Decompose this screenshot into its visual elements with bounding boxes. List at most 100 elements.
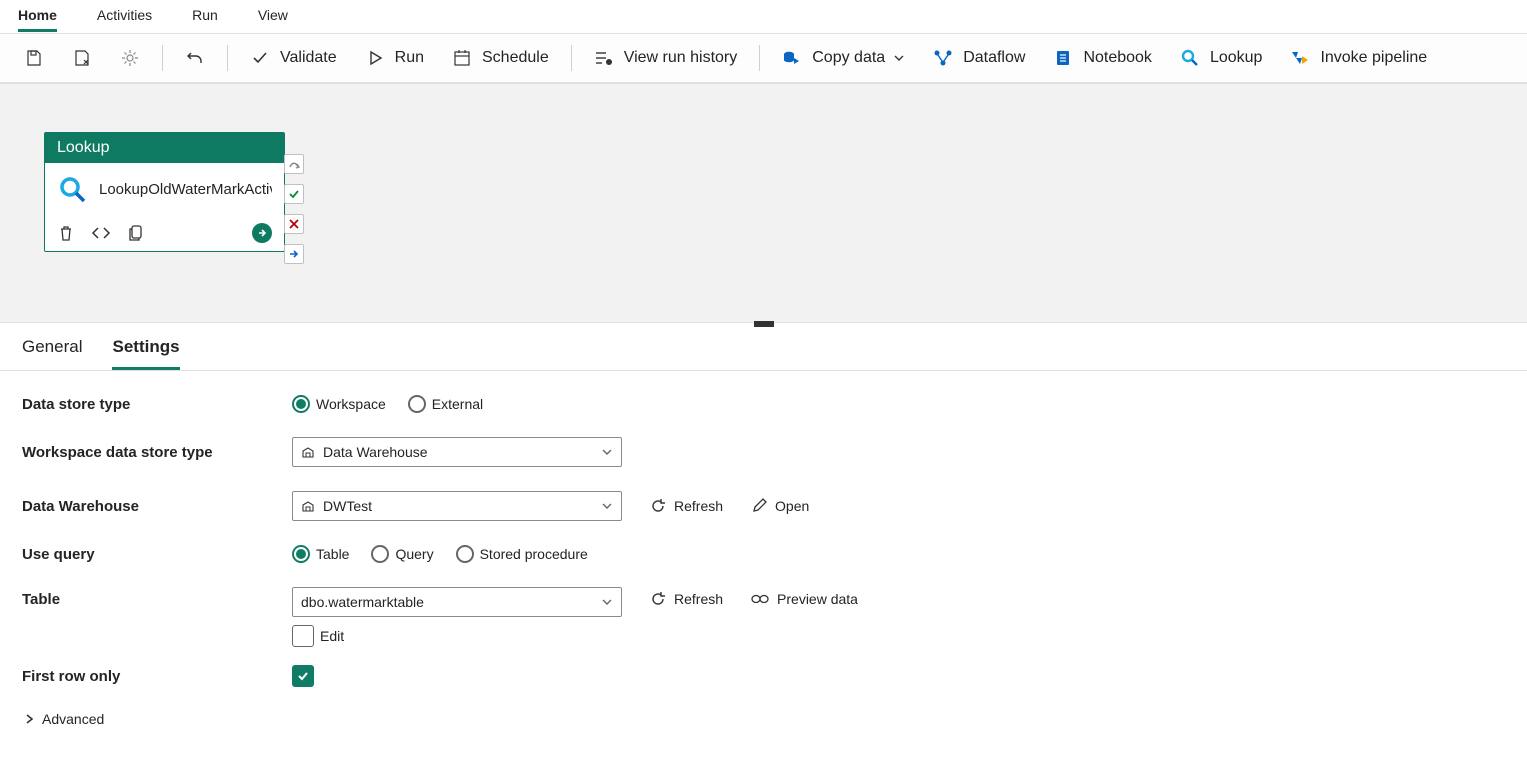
connector-success[interactable] [284, 184, 304, 204]
advanced-toggle[interactable]: Advanced [22, 711, 1505, 727]
preview-label: Preview data [777, 591, 858, 607]
copy-data-icon [782, 48, 802, 68]
validate-label: Validate [280, 49, 337, 67]
refresh-label: Refresh [674, 591, 723, 607]
chevron-down-icon [601, 500, 613, 512]
connector-completion[interactable] [284, 244, 304, 264]
top-ribbon-tabs: Home Activities Run View [0, 0, 1527, 34]
gear-icon [120, 48, 140, 68]
tab-view[interactable]: View [258, 1, 288, 32]
edit-icon [751, 498, 767, 514]
tab-home[interactable]: Home [18, 1, 57, 32]
connector-skip[interactable] [284, 154, 304, 174]
label-first-row-only: First row only [22, 668, 292, 685]
check-icon [250, 48, 270, 68]
pipeline-canvas[interactable]: Lookup LookupOldWaterMarkActivity [0, 84, 1527, 322]
schedule-button[interactable]: Schedule [440, 42, 561, 74]
dataflow-button[interactable]: Dataflow [921, 42, 1037, 74]
code-icon[interactable] [91, 224, 111, 242]
activity-type-header: Lookup [45, 133, 284, 163]
copy-icon[interactable] [127, 224, 145, 242]
refresh-table-button[interactable]: Refresh [650, 591, 723, 607]
save-as-button[interactable] [60, 42, 104, 74]
radio-icon [408, 395, 426, 413]
settings-button[interactable] [108, 42, 152, 74]
warehouse-icon [301, 445, 315, 459]
open-label: Open [775, 498, 809, 514]
delete-icon[interactable] [57, 224, 75, 242]
radio-icon [292, 395, 310, 413]
radio-label: Stored procedure [480, 546, 588, 562]
toolbar: Validate Run Schedule View run history C… [0, 34, 1527, 84]
activity-lookup-card[interactable]: Lookup LookupOldWaterMarkActivity [44, 132, 285, 252]
proceed-icon[interactable] [252, 223, 272, 243]
panel-tabs: General Settings [0, 323, 1527, 371]
invoke-pipeline-button[interactable]: Invoke pipeline [1278, 42, 1439, 74]
notebook-icon [1053, 48, 1073, 68]
invoke-pipeline-icon [1290, 48, 1310, 68]
save-button[interactable] [12, 42, 56, 74]
lookup-icon [57, 174, 89, 206]
select-value: DWTest [323, 498, 601, 514]
label-data-store-type: Data store type [22, 396, 292, 413]
radio-label: External [432, 396, 483, 412]
radio-query[interactable]: Query [371, 545, 433, 563]
dataflow-icon [933, 48, 953, 68]
separator [227, 45, 228, 71]
open-warehouse-button[interactable]: Open [751, 498, 809, 514]
lookup-label: Lookup [1210, 49, 1263, 67]
lookup-button[interactable]: Lookup [1168, 42, 1275, 74]
label-use-query: Use query [22, 546, 292, 563]
checkbox-edit[interactable] [292, 625, 314, 647]
preview-icon [751, 592, 769, 606]
chevron-down-icon [601, 596, 613, 608]
activity-connectors [284, 154, 304, 264]
radio-group-use-query: Table Query Stored procedure [292, 545, 588, 563]
activity-body: LookupOldWaterMarkActivity [45, 163, 284, 217]
activity-footer [45, 217, 284, 251]
panel-collapse-handle[interactable] [754, 321, 774, 327]
radio-icon [456, 545, 474, 563]
view-run-history-button[interactable]: View run history [582, 42, 750, 74]
notebook-label: Notebook [1083, 49, 1152, 67]
advanced-label: Advanced [42, 711, 104, 727]
preview-data-button[interactable]: Preview data [751, 591, 858, 607]
radio-table[interactable]: Table [292, 545, 349, 563]
radio-workspace[interactable]: Workspace [292, 395, 386, 413]
chevron-down-icon [893, 52, 905, 64]
calendar-icon [452, 48, 472, 68]
view-run-history-label: View run history [624, 49, 738, 67]
connector-fail[interactable] [284, 214, 304, 234]
undo-icon [185, 48, 205, 68]
copy-data-button[interactable]: Copy data [770, 42, 917, 74]
run-button[interactable]: Run [353, 42, 436, 74]
tab-activities[interactable]: Activities [97, 1, 152, 32]
panel-tab-general[interactable]: General [22, 337, 82, 370]
edit-label: Edit [320, 628, 344, 644]
save-as-icon [72, 48, 92, 68]
radio-external[interactable]: External [408, 395, 483, 413]
chevron-down-icon [601, 446, 613, 458]
radio-label: Query [395, 546, 433, 562]
play-icon [365, 48, 385, 68]
select-value: Data Warehouse [323, 444, 601, 460]
run-label: Run [395, 49, 424, 67]
radio-label: Workspace [316, 396, 386, 412]
invoke-pipeline-label: Invoke pipeline [1320, 49, 1427, 67]
tab-run[interactable]: Run [192, 1, 218, 32]
notebook-button[interactable]: Notebook [1041, 42, 1164, 74]
dataflow-label: Dataflow [963, 49, 1025, 67]
label-data-warehouse: Data Warehouse [22, 498, 292, 515]
label-workspace-data-store-type: Workspace data store type [22, 444, 292, 461]
select-workspace-data-store-type[interactable]: Data Warehouse [292, 437, 622, 467]
refresh-warehouse-button[interactable]: Refresh [650, 498, 723, 514]
select-table[interactable]: dbo.watermarktable [292, 587, 622, 617]
undo-button[interactable] [173, 42, 217, 74]
activity-name: LookupOldWaterMarkActivity [99, 181, 272, 199]
select-data-warehouse[interactable]: DWTest [292, 491, 622, 521]
schedule-label: Schedule [482, 49, 549, 67]
radio-stored-procedure[interactable]: Stored procedure [456, 545, 588, 563]
checkbox-first-row-only[interactable] [292, 665, 314, 687]
validate-button[interactable]: Validate [238, 42, 349, 74]
panel-tab-settings[interactable]: Settings [112, 337, 179, 370]
